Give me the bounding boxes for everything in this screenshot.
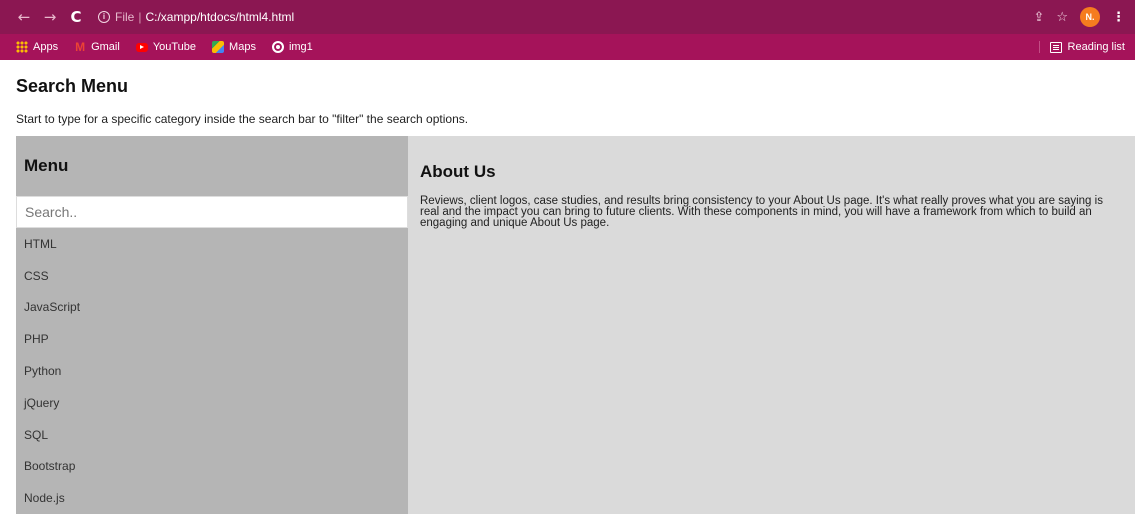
- menu-item-php[interactable]: PHP: [16, 323, 408, 355]
- reading-list-icon: [1049, 41, 1062, 53]
- two-column-layout: Menu HTML CSS JavaScript PHP Python jQue…: [16, 136, 1135, 514]
- browser-toolbar: ← → C i File | C:/xampp/htdocs/html4.htm…: [0, 0, 1135, 34]
- address-url[interactable]: C:/xampp/htdocs/html4.html: [145, 10, 294, 24]
- menu-item-html[interactable]: HTML: [16, 228, 408, 260]
- reading-list-label: Reading list: [1067, 41, 1125, 53]
- page-description: Start to type for a specific category in…: [16, 112, 469, 126]
- bookmark-label: Apps: [33, 41, 59, 53]
- gmail-icon: M: [75, 40, 86, 54]
- page-title: Search Menu: [16, 76, 129, 96]
- share-icon[interactable]: ⇪: [1033, 10, 1044, 25]
- menu-item-sql[interactable]: SQL: [16, 419, 408, 451]
- address-bar[interactable]: i File | C:/xampp/htdocs/html4.html: [98, 5, 1033, 29]
- menu-item-javascript[interactable]: JavaScript: [16, 292, 408, 324]
- menu-item-bootstrap[interactable]: Bootstrap: [16, 451, 408, 483]
- address-separator: |: [138, 10, 142, 24]
- content-text: Reviews, client logos, case studies, and…: [420, 195, 1103, 229]
- menu-item-jquery[interactable]: jQuery: [16, 387, 408, 419]
- content-title: About Us: [420, 162, 496, 181]
- reload-icon[interactable]: C: [66, 8, 86, 26]
- menu-title: Menu: [24, 156, 69, 175]
- bookmark-maps[interactable]: Maps: [212, 41, 256, 53]
- back-arrow-icon[interactable]: ←: [14, 8, 34, 26]
- menu-sidebar: Menu HTML CSS JavaScript PHP Python jQue…: [16, 136, 408, 514]
- reading-list-button[interactable]: Reading list: [1038, 41, 1125, 53]
- toolbar-actions: ⇪ ☆ N. ⋮: [1033, 7, 1125, 27]
- content-panel: About Us Reviews, client logos, case stu…: [408, 136, 1135, 514]
- search-input[interactable]: [16, 196, 408, 228]
- bookmark-label: Maps: [229, 41, 256, 53]
- menu-list: HTML CSS JavaScript PHP Python jQuery SQ…: [16, 228, 408, 514]
- bookmark-star-icon[interactable]: ☆: [1056, 10, 1068, 25]
- bookmark-youtube[interactable]: YouTube: [135, 41, 197, 53]
- browser-chrome: ← → C i File | C:/xampp/htdocs/html4.htm…: [0, 0, 1135, 60]
- bookmark-label: YouTube: [152, 41, 197, 53]
- bookmark-gmail[interactable]: M Gmail: [74, 41, 120, 53]
- bookmark-label: img1: [288, 41, 313, 53]
- apps-grid-icon: [16, 41, 28, 53]
- profile-avatar[interactable]: N.: [1080, 7, 1100, 27]
- bookmark-label: Gmail: [91, 41, 120, 53]
- maps-icon: [212, 41, 225, 53]
- bookmark-img1[interactable]: img1: [271, 41, 313, 53]
- menu-item-css[interactable]: CSS: [16, 260, 408, 292]
- menu-item-python[interactable]: Python: [16, 355, 408, 387]
- forward-arrow-icon[interactable]: →: [40, 8, 60, 26]
- more-menu-icon[interactable]: ⋮: [1112, 10, 1125, 25]
- globe-icon: [271, 41, 284, 53]
- bookmark-apps[interactable]: Apps: [16, 41, 58, 53]
- menu-item-nodejs[interactable]: Node.js: [16, 482, 408, 514]
- address-scheme: File: [115, 10, 135, 24]
- info-icon[interactable]: i: [98, 11, 110, 23]
- bookmarks-bar: Apps M Gmail YouTube Maps img1 Reading l…: [0, 34, 1135, 60]
- page-body: Search Menu Start to type for a specific…: [0, 76, 1135, 514]
- youtube-icon: [135, 42, 148, 52]
